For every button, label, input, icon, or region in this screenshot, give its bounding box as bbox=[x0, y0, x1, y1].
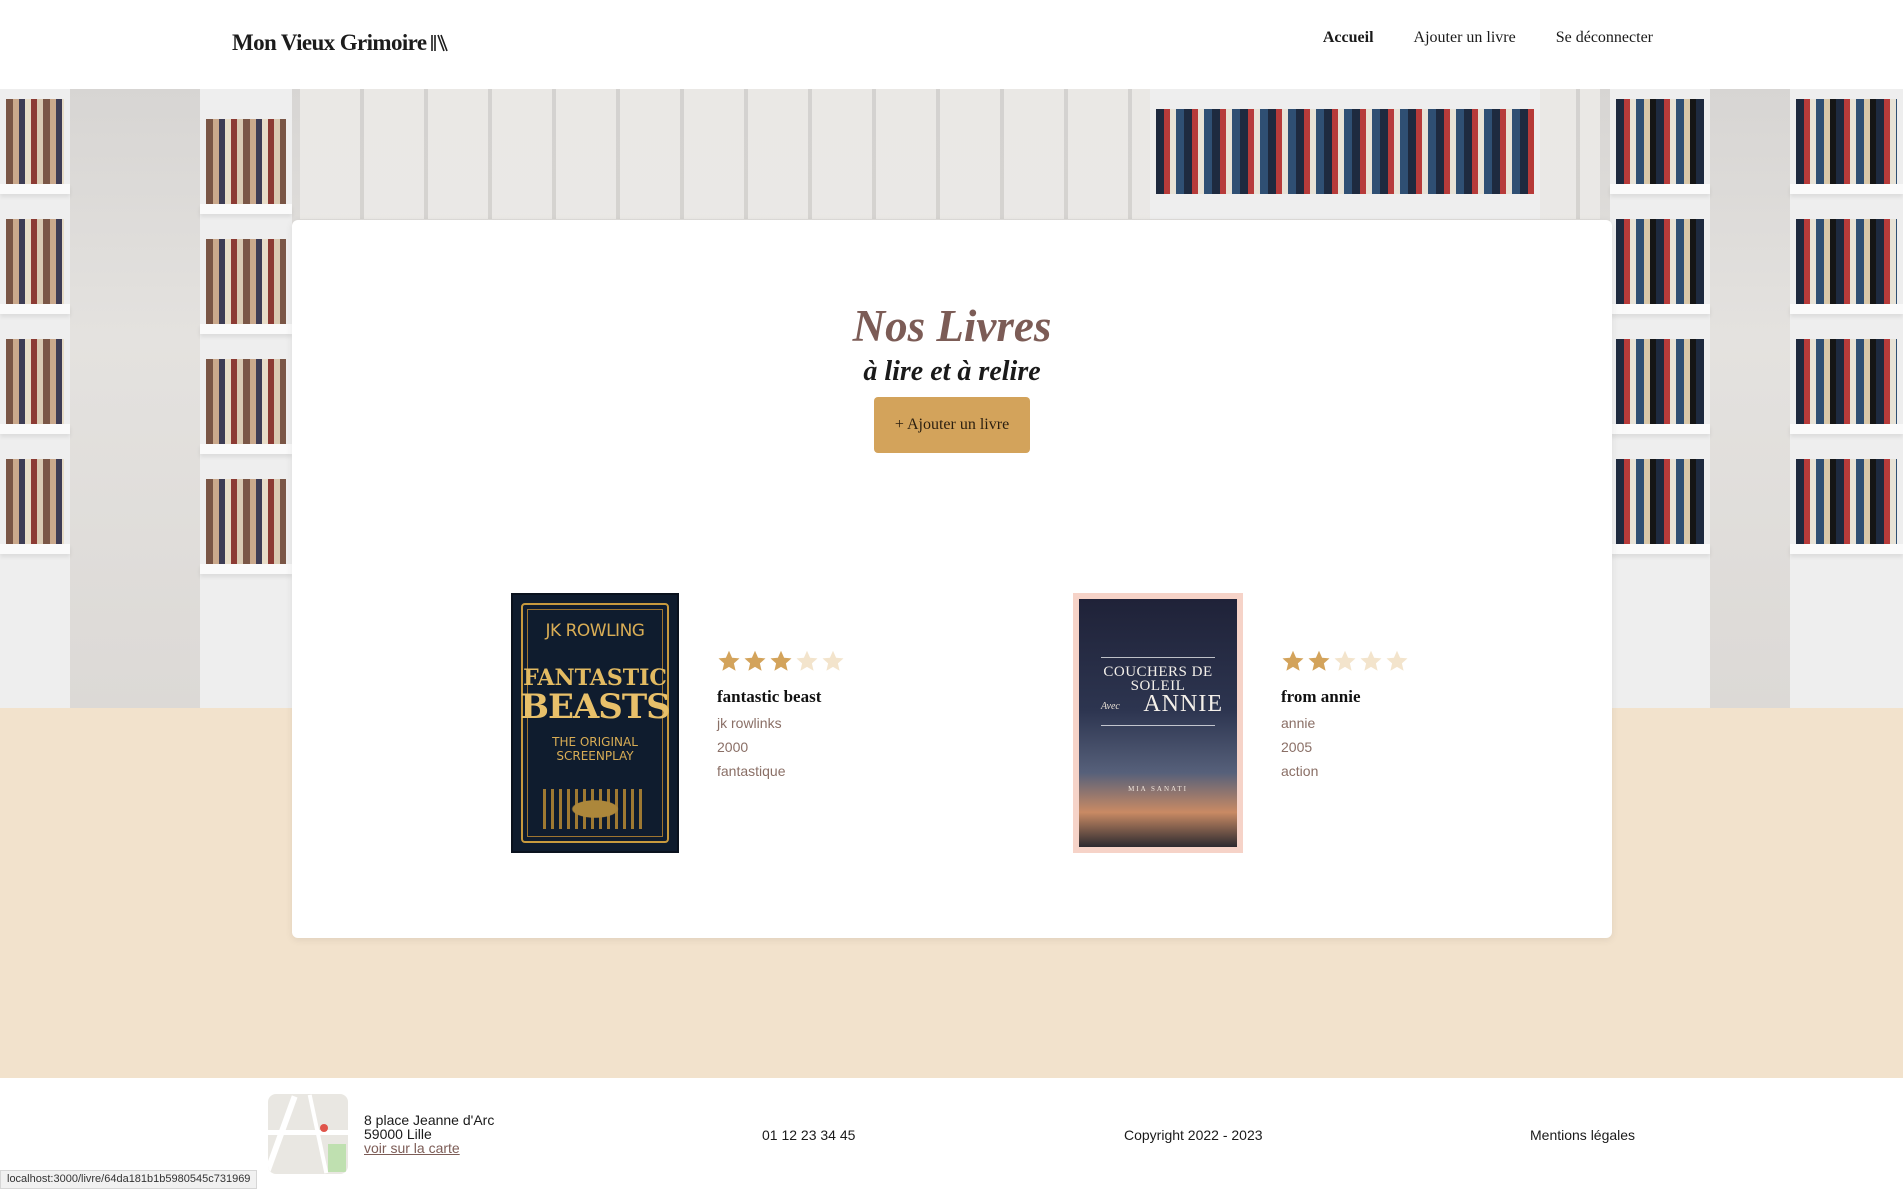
star-filled-icon bbox=[1282, 650, 1304, 671]
book-stack-icon bbox=[431, 34, 449, 52]
add-book-button[interactable]: + Ajouter un livre bbox=[874, 397, 1030, 453]
bookshelf bbox=[1150, 89, 1540, 219]
star-filled-icon bbox=[770, 650, 792, 671]
logo-text: Mon Vieux Grimoire bbox=[232, 30, 427, 55]
book-genre: action bbox=[1281, 763, 1319, 779]
address-line2: 59000 Lille bbox=[364, 1126, 432, 1142]
cover-small-text: Avec bbox=[1101, 701, 1120, 712]
ornament-decoration bbox=[543, 789, 647, 829]
star-filled-icon bbox=[718, 650, 740, 671]
star-empty-icon bbox=[822, 650, 844, 671]
nav-accueil[interactable]: Accueil bbox=[1323, 29, 1374, 47]
star-empty-icon bbox=[1360, 650, 1382, 671]
bookshelf bbox=[1610, 89, 1710, 708]
rating-stars bbox=[717, 649, 845, 673]
copyright: Copyright 2022 - 2023 bbox=[1124, 1127, 1263, 1143]
address: 8 place Jeanne d'Arc 59000 Lille voir su… bbox=[364, 1113, 494, 1155]
map-thumbnail[interactable] bbox=[268, 1094, 348, 1174]
star-empty-icon bbox=[1334, 650, 1356, 671]
address-line1: 8 place Jeanne d'Arc bbox=[364, 1112, 495, 1128]
browser-status-url: localhost:3000/livre/64da181b1b5980545c7… bbox=[0, 1170, 258, 1189]
book-cover[interactable]: COUCHERS DE SOLEIL Avec ANNIE MIA SANATI bbox=[1073, 593, 1243, 853]
map-link[interactable]: voir sur la carte bbox=[364, 1140, 460, 1156]
book-info: from annie annie 2005 action bbox=[1281, 593, 1409, 853]
page-title: Nos Livres bbox=[852, 301, 1052, 351]
book-cover[interactable]: JK ROWLING FANTASTIC BEASTS THE ORIGINAL… bbox=[511, 593, 679, 853]
site-footer: 8 place Jeanne d'Arc 59000 Lille voir su… bbox=[0, 1078, 1903, 1189]
logo[interactable]: Mon Vieux Grimoire bbox=[232, 30, 450, 56]
nav-ajouter-livre[interactable]: Ajouter un livre bbox=[1414, 29, 1516, 47]
cover-title-line3: THE ORIGINAL SCREENPLAY bbox=[552, 735, 638, 763]
cover-title-line2: ANNIE bbox=[1143, 691, 1223, 717]
page-subtitle: à lire et à relire bbox=[863, 356, 1041, 387]
star-filled-icon bbox=[744, 650, 766, 671]
book-genre: fantastique bbox=[717, 763, 786, 779]
cover-title-line1: COUCHERS DE SOLEIL bbox=[1103, 664, 1213, 694]
book-author: annie bbox=[1281, 715, 1316, 731]
cover-author: MIA SANATI bbox=[1128, 785, 1188, 793]
book-title: from annie bbox=[1281, 687, 1361, 706]
cover-title-line2: BEASTS bbox=[520, 687, 670, 727]
star-filled-icon bbox=[1308, 650, 1330, 671]
map-pin-icon bbox=[320, 1124, 328, 1132]
book-card[interactable]: COUCHERS DE SOLEIL Avec ANNIE MIA SANATI… bbox=[1073, 593, 1409, 853]
book-meta: annie 2005 action bbox=[1281, 711, 1409, 783]
book-author: jk rowlinks bbox=[717, 715, 782, 731]
book-meta: jk rowlinks 2000 fantastique bbox=[717, 711, 845, 783]
star-empty-icon bbox=[796, 650, 818, 671]
rating-stars bbox=[1281, 649, 1409, 673]
site-header: Mon Vieux Grimoire Accueil Ajouter un li… bbox=[0, 0, 1903, 89]
book-year: 2000 bbox=[717, 739, 749, 755]
book-info: fantastic beast jk rowlinks 2000 fantast… bbox=[717, 593, 845, 853]
star-empty-icon bbox=[1386, 650, 1408, 671]
nav-deconnecter[interactable]: Se déconnecter bbox=[1556, 29, 1653, 47]
book-year: 2005 bbox=[1281, 739, 1313, 755]
bookshelf bbox=[200, 89, 292, 708]
main-nav: Accueil Ajouter un livre Se déconnecter bbox=[1323, 29, 1653, 47]
bookshelf bbox=[1790, 89, 1903, 708]
cover-author: JK ROWLING bbox=[545, 621, 645, 641]
books-card: Nos Livres à lire et à relire + Ajouter … bbox=[292, 220, 1612, 938]
legal-notice-link[interactable]: Mentions légales bbox=[1530, 1127, 1635, 1143]
bookshelf bbox=[0, 89, 70, 708]
book-title: fantastic beast bbox=[717, 687, 822, 706]
phone-number: 01 12 23 34 45 bbox=[762, 1127, 856, 1143]
book-card[interactable]: JK ROWLING FANTASTIC BEASTS THE ORIGINAL… bbox=[511, 593, 845, 853]
